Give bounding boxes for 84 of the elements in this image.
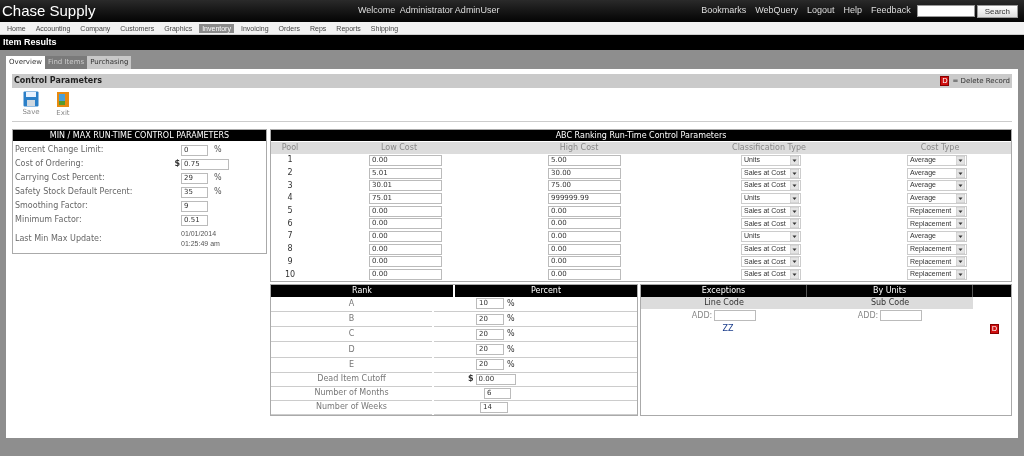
caret-icon: [790, 206, 799, 216]
table-cell: A: [271, 296, 432, 313]
pool-number: 7: [286, 230, 294, 243]
caret-icon: [956, 181, 965, 191]
caret-icon: [956, 168, 965, 178]
column-header: High Cost: [558, 142, 600, 154]
unit-label: %: [507, 297, 515, 310]
field-label: Safety Stock Default Percent:: [15, 186, 134, 198]
unit-label: %: [507, 328, 515, 341]
page-title: Item Results: [3, 35, 57, 49]
table-cell: C: [271, 327, 432, 343]
header-link[interactable]: WebQuery: [755, 4, 799, 18]
pool-number: 1: [286, 154, 294, 167]
field-label: ADD:: [691, 309, 713, 322]
pool-number: 5: [286, 205, 294, 218]
unit-label: %: [214, 172, 222, 184]
field-label: Cost of Ordering:: [15, 158, 85, 170]
caret-icon: [956, 270, 965, 280]
table-cell: B: [271, 312, 432, 328]
caret-icon: [956, 155, 965, 165]
field-label: Carrying Cost Percent:: [15, 172, 106, 184]
pool-number: 8: [286, 243, 294, 256]
caret-icon: [790, 257, 799, 267]
table-cell: E: [271, 357, 432, 373]
caret-icon: [790, 155, 799, 165]
field-label: ADD:: [857, 309, 879, 322]
column-header: Percent: [455, 284, 637, 297]
section-header: ABC Ranking Run-Time Control Parameters: [271, 130, 1011, 141]
column-header: Low Cost: [379, 142, 419, 154]
caret-icon: [790, 244, 799, 254]
field-label: Last Min Max Update:: [15, 233, 103, 245]
caret-icon: [956, 193, 965, 203]
table-cell: Dead Item Cutoff: [271, 372, 432, 387]
header-link[interactable]: Help: [843, 4, 863, 18]
pool-number: 9: [286, 255, 294, 268]
pool-number: 6: [286, 217, 294, 230]
currency-sign: $: [174, 159, 180, 168]
unit-label: %: [214, 144, 222, 156]
unit-label: %: [507, 343, 515, 356]
caret-icon: [956, 219, 965, 229]
caret-icon: [956, 231, 965, 241]
field-label: Minimum Factor:: [15, 214, 83, 226]
caret-icon: [790, 270, 799, 280]
column-header: Rank: [271, 284, 453, 297]
column-header: Pool: [280, 142, 300, 154]
save-icon: [23, 91, 39, 107]
caret-icon: [956, 257, 965, 267]
door-icon: [56, 91, 70, 108]
header-link[interactable]: Feedback: [871, 4, 911, 18]
input-field[interactable]: [714, 310, 757, 322]
header-link[interactable]: Logout: [807, 4, 835, 18]
caret-icon: [790, 193, 799, 203]
caret-icon: [956, 244, 965, 254]
caret-icon: [956, 206, 965, 216]
unit-label: %: [507, 313, 515, 326]
pool-number: 3: [286, 179, 294, 192]
caret-icon: [790, 168, 799, 178]
caret-icon: [790, 181, 799, 191]
pool-number: 10: [283, 268, 297, 281]
table-cell: Number of Months: [271, 386, 432, 401]
column-header: Classification Type: [731, 142, 807, 154]
input-field[interactable]: [880, 310, 923, 322]
unit-label: %: [214, 186, 222, 198]
line-code-link[interactable]: ZZ: [722, 323, 734, 336]
welcome-text: Welcome Administrator AdminUser: [358, 4, 500, 18]
column-header: Exceptions: [641, 284, 807, 297]
app-title: Chase Supply: [2, 0, 97, 21]
table-cell: D: [271, 342, 432, 358]
table-cell: Number of Weeks: [271, 400, 432, 415]
panel-title: Control Parameters: [14, 75, 102, 87]
caret-icon: [790, 219, 799, 229]
section-header: MIN / MAX RUN-TIME CONTROL PARAMETERS: [13, 130, 266, 141]
search-button[interactable]: Search: [976, 4, 1018, 18]
pool-number: 4: [286, 192, 294, 205]
search-field[interactable]: [916, 5, 975, 17]
header-link[interactable]: Bookmarks: [701, 4, 747, 18]
column-header: By Units: [807, 284, 973, 297]
pool-number: 2: [286, 167, 294, 180]
caret-icon: [790, 231, 799, 241]
field-label: Smoothing Factor:: [15, 200, 89, 212]
column-header: Cost Type: [919, 142, 961, 154]
currency-sign: $: [468, 373, 474, 386]
field-label: Percent Change Limit:: [15, 144, 105, 156]
unit-label: %: [507, 358, 515, 371]
